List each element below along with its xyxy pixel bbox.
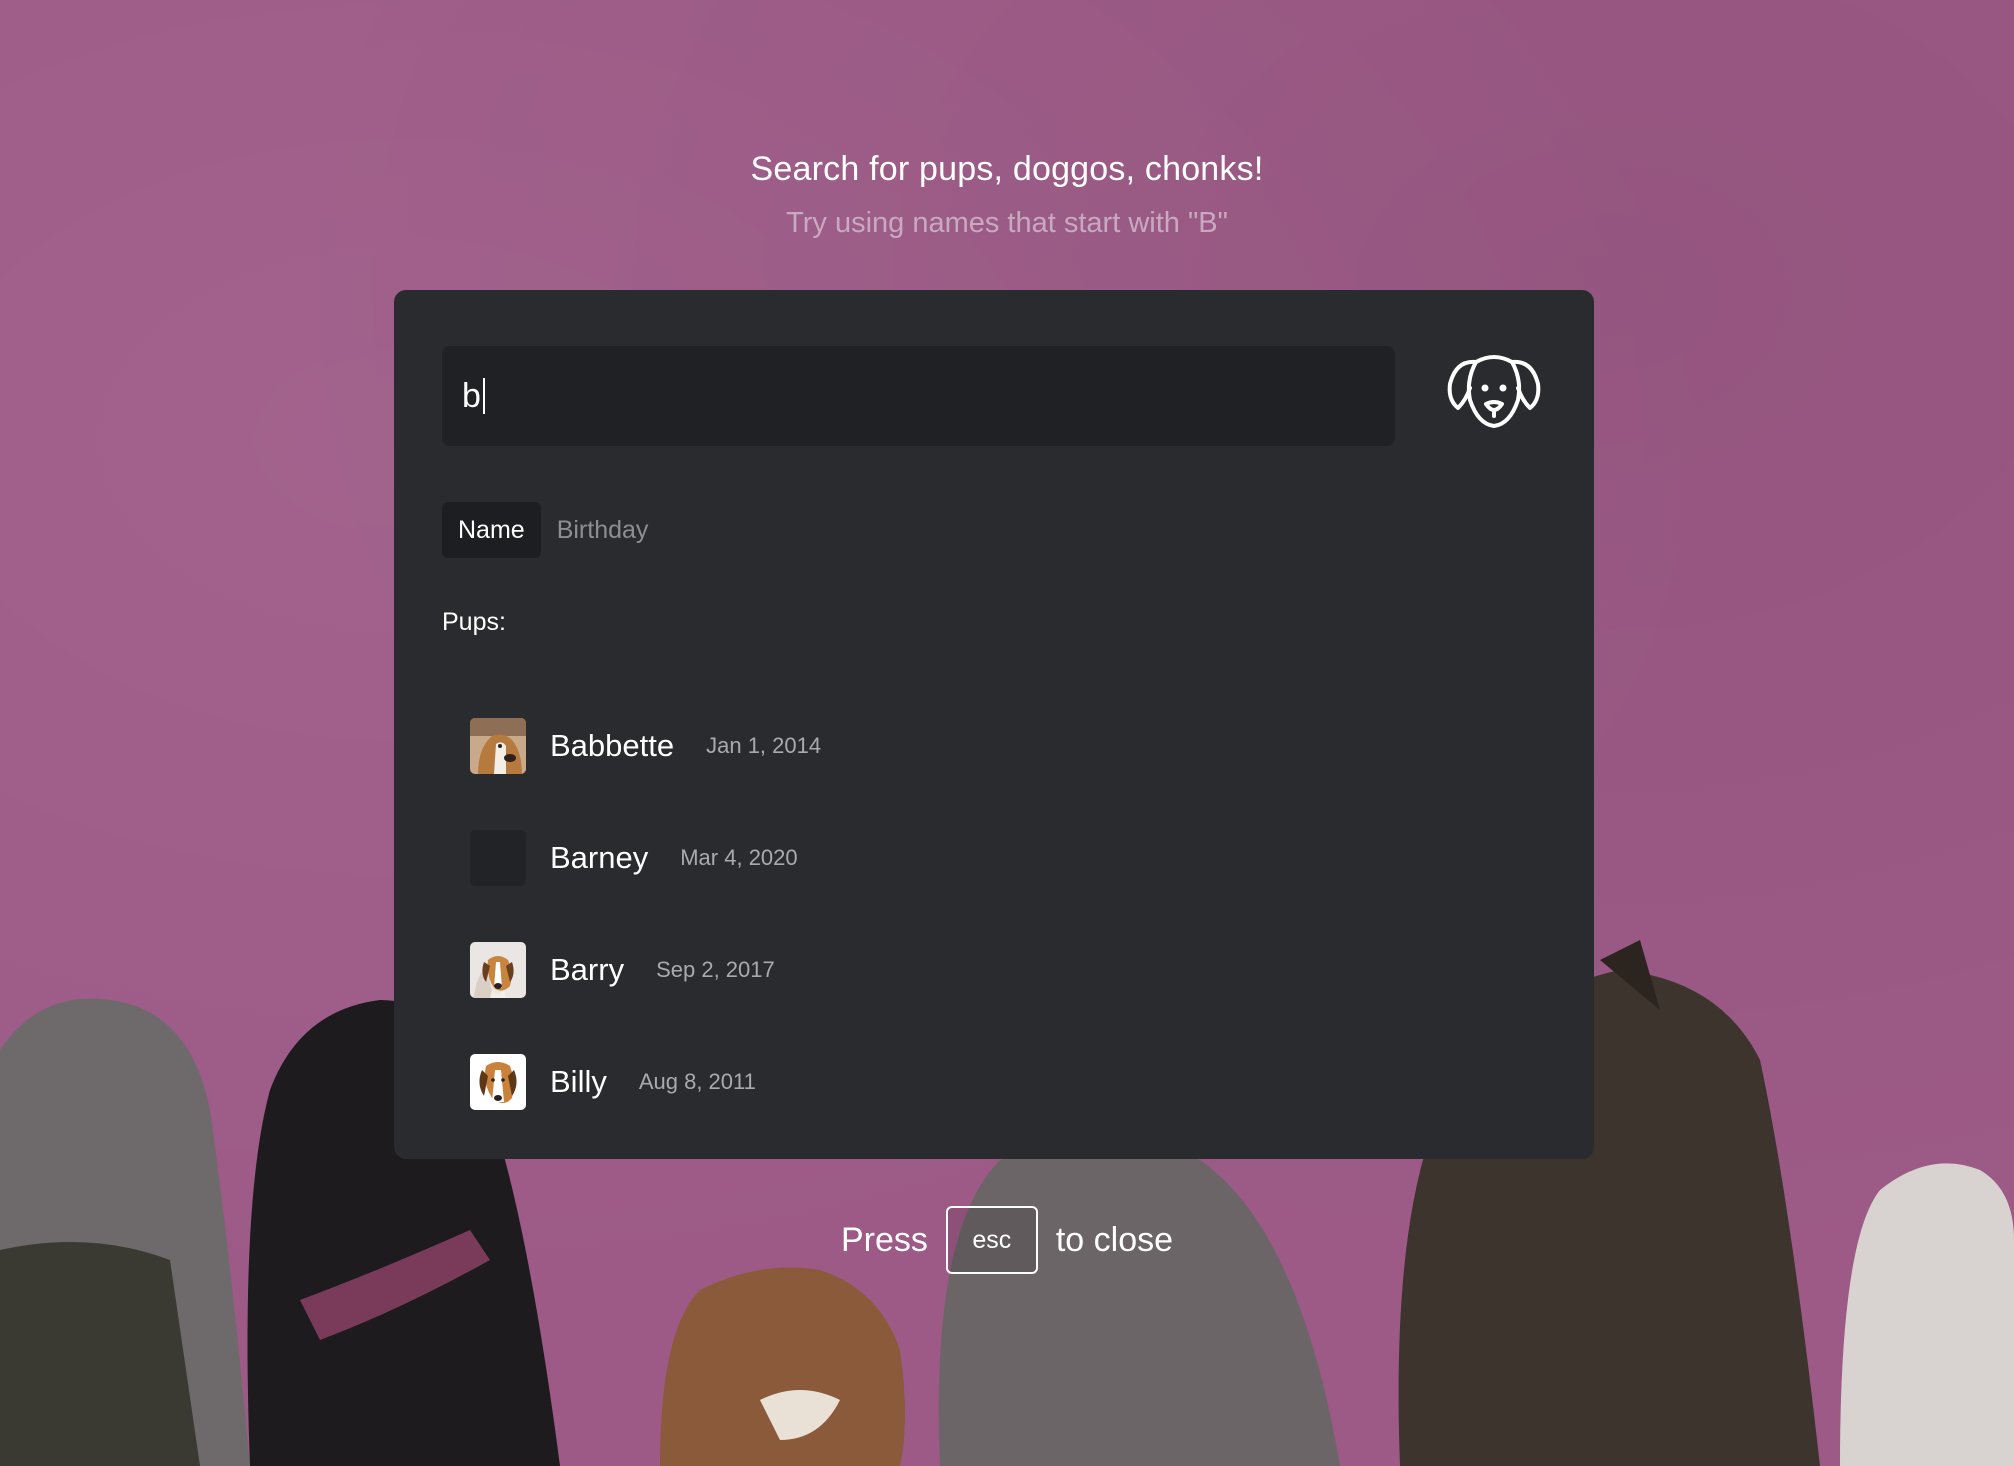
pup-birthday: Jan 1, 2014 [706,733,822,758]
results-section-label: Pups: [442,608,506,636]
search-input-value: b [462,376,481,415]
esc-key[interactable]: esc [945,1206,1038,1274]
close-hint: Press esc to close [0,1206,2014,1274]
close-hint-prefix: Press [840,1220,928,1259]
avatar [470,1054,526,1110]
search-panel: b Name Birthday Pups: Babbette Jan 1, 20… [394,290,1594,1159]
pup-birthday: Sep 2, 2017 [656,957,775,982]
page-title: Search for pups, doggos, chonks! [750,150,1264,188]
list-item[interactable]: Billy Aug 8, 2011 [470,1026,1570,1138]
list-item[interactable]: Babbette Jan 1, 2014 [470,690,1570,802]
pup-name: Billy [550,1064,607,1099]
sort-tabs: Name Birthday [442,502,664,558]
close-hint-suffix: to close [1055,1220,1174,1259]
tab-name[interactable]: Name [442,502,541,558]
avatar [470,830,526,886]
results-list: Babbette Jan 1, 2014 Barney Mar 4, 2020 [470,690,1570,1138]
avatar [470,718,526,774]
header: Search for pups, doggos, chonks! Try usi… [0,150,2014,240]
pup-name: Barney [550,840,649,875]
pup-name: Babbette [550,728,675,763]
pup-name: Barry [550,952,625,987]
avatar [470,942,526,998]
list-item[interactable]: Barney Mar 4, 2020 [470,802,1570,914]
pup-birthday: Mar 4, 2020 [680,845,798,870]
list-item[interactable]: Barry Sep 2, 2017 [470,914,1570,1026]
dog-face-icon [1447,355,1541,428]
page-subtitle: Try using names that start with "B" [786,207,1228,239]
text-caret [482,378,485,414]
search-input[interactable]: b [442,346,1395,446]
tab-birthday[interactable]: Birthday [541,502,665,558]
pup-birthday: Aug 8, 2011 [638,1069,756,1094]
